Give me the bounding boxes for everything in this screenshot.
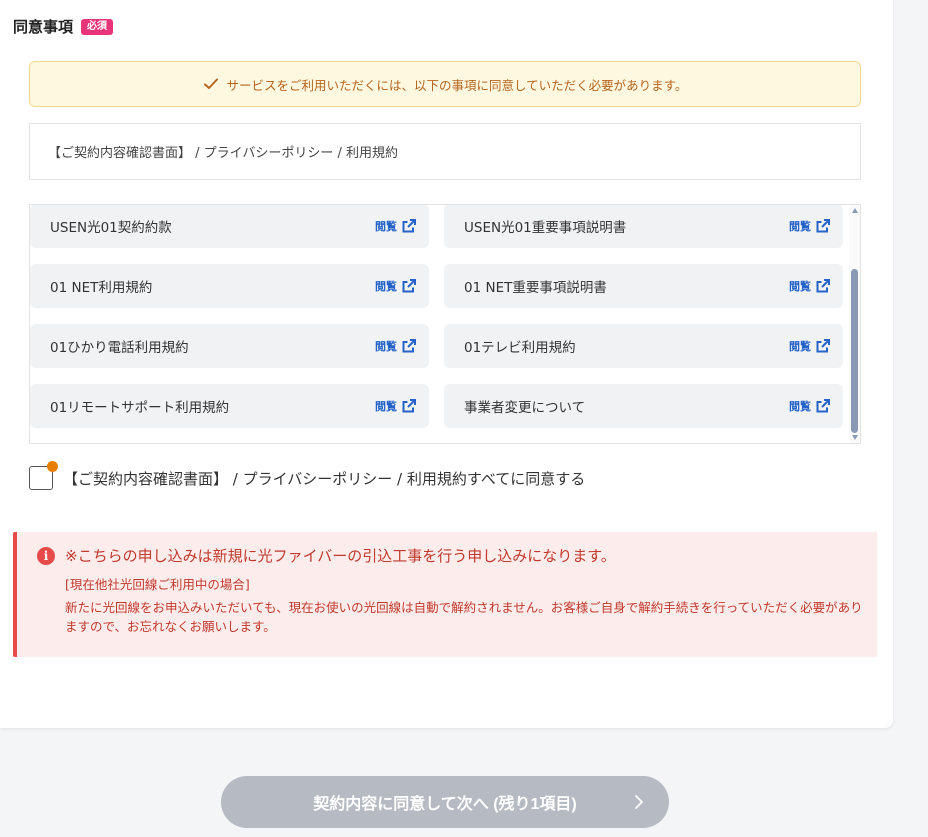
check-icon <box>203 76 219 92</box>
scrollbar[interactable] <box>849 205 860 443</box>
section-title: 同意事項 <box>13 18 74 36</box>
agree-next-button[interactable]: 契約内容に同意して次へ (残り1項目) <box>221 776 669 828</box>
scroll-up-arrow[interactable] <box>852 208 858 213</box>
view-document-link[interactable]: 閲覧 <box>375 278 417 294</box>
view-link-label: 閲覧 <box>375 340 397 353</box>
document-name: 事業者変更について <box>464 400 586 416</box>
agree-all-label[interactable]: 【ご契約内容確認書面】 / プライバシーポリシー / 利用規約すべてに同意する <box>63 468 585 489</box>
agree-all-row[interactable]: 【ご契約内容確認書面】 / プライバシーポリシー / 利用規約すべてに同意する <box>29 461 585 490</box>
document-name: 01ひかり電話利用規約 <box>50 340 189 356</box>
view-document-link[interactable]: 閲覧 <box>789 218 831 234</box>
notice-text: サービスをご利用いただくには、以下の事項に同意していただく必要があります。 <box>226 77 688 93</box>
document-name: 01 NET利用規約 <box>50 280 153 296</box>
external-link-icon <box>815 278 831 294</box>
view-link-label: 閲覧 <box>789 220 811 233</box>
alert-headline: ※こちらの申し込みは新規に光ファイバーの引込工事を行う申し込みになります。 <box>65 547 616 565</box>
view-link-label: 閲覧 <box>789 340 811 353</box>
document-name: 01 NET重要事項説明書 <box>464 280 607 296</box>
view-document-link[interactable]: 閲覧 <box>789 398 831 414</box>
view-link-label: 閲覧 <box>789 400 811 413</box>
chevron-right-icon <box>635 795 643 809</box>
document-item: USEN光01重要事項説明書 閲覧 <box>444 205 843 248</box>
external-link-icon <box>401 278 417 294</box>
view-link-label: 閲覧 <box>789 280 811 293</box>
view-document-link[interactable]: 閲覧 <box>789 338 831 354</box>
alert-body: 新たに光回線をお申込みいただいても、現在お使いの光回線は自動で解約されません。お… <box>65 600 863 634</box>
required-indicator-dot <box>47 461 58 472</box>
consent-notice: サービスをご利用いただくには、以下の事項に同意していただく必要があります。 <box>29 61 861 107</box>
alert-subhead: [現在他社光回線ご利用中の場合] <box>65 577 250 592</box>
view-document-link[interactable]: 閲覧 <box>375 398 417 414</box>
document-item: 01ひかり電話利用規約 閲覧 <box>30 324 429 368</box>
view-document-link[interactable]: 閲覧 <box>789 278 831 294</box>
document-item: USEN光01契約約款 閲覧 <box>30 205 429 248</box>
view-document-link[interactable]: 閲覧 <box>375 338 417 354</box>
external-link-icon <box>401 218 417 234</box>
document-name: USEN光01重要事項説明書 <box>464 220 627 236</box>
document-item: 01 NET利用規約 閲覧 <box>30 264 429 308</box>
document-name: 01テレビ利用規約 <box>464 340 576 356</box>
view-link-label: 閲覧 <box>375 220 397 233</box>
document-name: USEN光01契約約款 <box>50 220 172 236</box>
view-link-label: 閲覧 <box>375 280 397 293</box>
document-item: 事業者変更について 閲覧 <box>444 384 843 428</box>
document-item: 01テレビ利用規約 閲覧 <box>444 324 843 368</box>
alert-header: i ※こちらの申し込みは新規に光ファイバーの引込工事を行う申し込みになります。 <box>37 545 861 566</box>
external-link-icon <box>815 338 831 354</box>
document-grid: USEN光01契約約款 閲覧 USEN光01重要事項説明書 閲覧 01 NET利用規約閲… <box>30 205 850 428</box>
scroll-thumb[interactable] <box>851 269 858 433</box>
external-link-icon <box>815 398 831 414</box>
info-icon: i <box>37 546 55 565</box>
document-item: 01 NET重要事項説明書 閲覧 <box>444 264 843 308</box>
external-link-icon <box>401 338 417 354</box>
view-document-link[interactable]: 閲覧 <box>375 218 417 234</box>
external-link-icon <box>401 398 417 414</box>
section-header: 同意事項 必須 <box>13 16 114 37</box>
new-construction-alert: i ※こちらの申し込みは新規に光ファイバーの引込工事を行う申し込みになります。 … <box>13 532 877 657</box>
document-name: 01リモートサポート利用規約 <box>50 400 230 416</box>
external-link-icon <box>815 218 831 234</box>
document-item: 01リモートサポート利用規約 閲覧 <box>30 384 429 428</box>
scroll-down-arrow[interactable] <box>852 435 858 440</box>
document-group-title: 【ご契約内容確認書面】 / プライバシーポリシー / 利用規約 <box>29 123 861 180</box>
required-badge: 必須 <box>81 18 114 35</box>
agree-all-checkbox[interactable] <box>29 461 58 490</box>
view-link-label: 閲覧 <box>375 400 397 413</box>
next-button-label: 契約内容に同意して次へ (残り1項目) <box>313 796 577 813</box>
document-list[interactable]: USEN光01契約約款 閲覧 USEN光01重要事項説明書 閲覧 01 NET利用規約閲… <box>29 204 861 444</box>
